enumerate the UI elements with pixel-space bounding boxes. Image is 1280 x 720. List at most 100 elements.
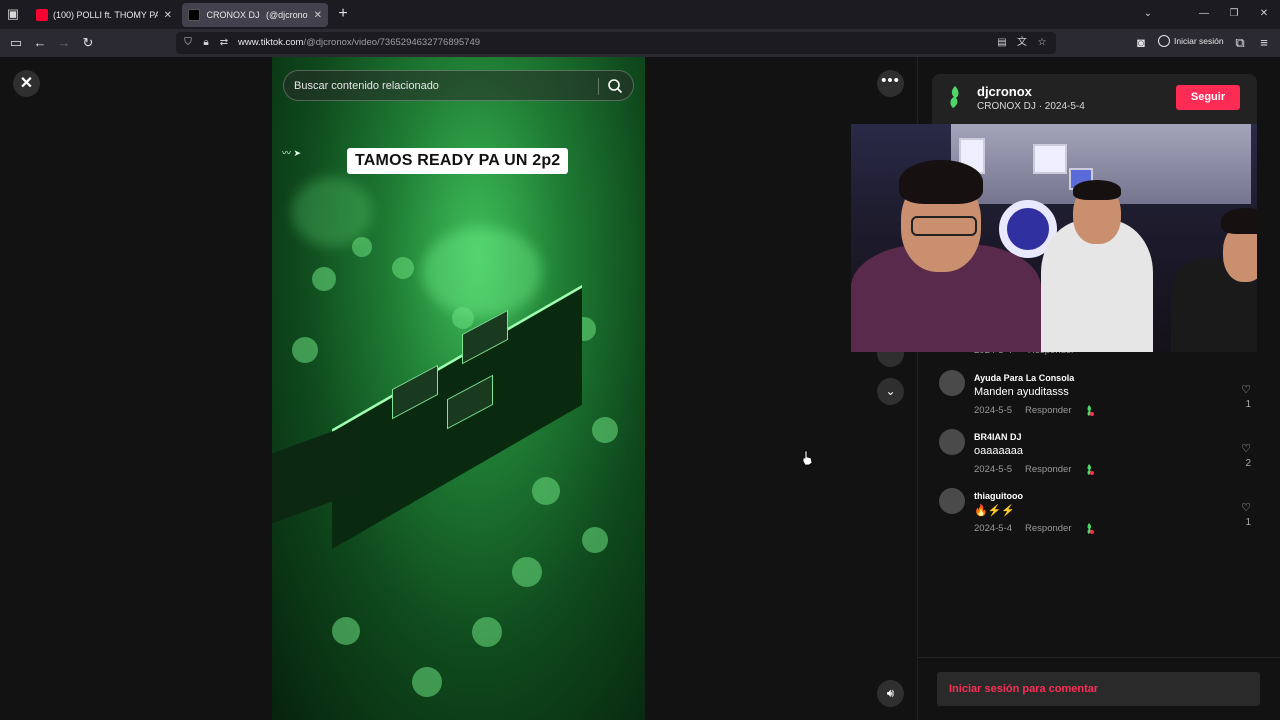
video-caption: TAMOS READY PA UN 2p2	[347, 148, 569, 174]
comment-text: Manden ayuditasss	[974, 386, 1069, 398]
author-avatar[interactable]	[942, 84, 968, 110]
chevron-down-icon: ⌄	[885, 384, 896, 398]
like-heart-icon[interactable]: ♡	[1239, 442, 1253, 455]
comment-text: 🔥⚡⚡	[974, 505, 1016, 517]
screenshot-icon[interactable]: ◙	[1132, 34, 1150, 52]
browser-sign-in-label: Iniciar sesión	[1174, 36, 1224, 46]
light-glow	[422, 227, 542, 317]
volume-icon: 🔊︎	[886, 686, 895, 700]
comment-meta: 2024-5-5 Responder	[974, 464, 1094, 475]
crowd-figure	[452, 307, 474, 329]
window-close-icon[interactable]: ✕	[1254, 6, 1274, 22]
extensions-icon[interactable]: ⧉	[1231, 34, 1249, 52]
back-icon[interactable]: ←	[31, 34, 49, 52]
tab-close-icon[interactable]: ✕	[314, 10, 322, 21]
volume-button[interactable]: 🔊︎	[877, 680, 904, 707]
tiktok-favicon-icon	[188, 9, 200, 21]
comment-item: thiaguitooo 🔥⚡⚡ 2024-5-4 Responder ♡ 1	[939, 488, 1261, 542]
reply-link[interactable]: Responder	[1025, 464, 1071, 475]
youtube-favicon-icon	[36, 9, 48, 21]
commenter-name[interactable]: Ayuda Para La Consola	[974, 373, 1074, 383]
reply-link[interactable]: Responder	[1025, 405, 1071, 416]
like-heart-icon[interactable]: ♡	[1239, 383, 1253, 396]
crowd-figure	[412, 667, 442, 697]
login-to-comment-button[interactable]: Iniciar sesión para comentar	[937, 672, 1260, 706]
commenter-avatar[interactable]	[939, 429, 965, 455]
mouse-cursor-icon	[802, 450, 813, 466]
crowd-figure	[392, 257, 414, 279]
crowd-figure	[472, 617, 502, 647]
like-heart-icon[interactable]: ♡	[1239, 501, 1253, 514]
url-bar[interactable]: ⛉ 🔒︎ ⇄ www.tiktok.com/@djcronox/video/73…	[176, 32, 1056, 54]
crowd-figure	[292, 337, 318, 363]
like-count: 1	[1245, 517, 1251, 528]
tab-title: (100) POLLI ft. THOMY PALACE	[53, 10, 158, 20]
tab-title: CRONOX DJ (@djcronox)	[205, 10, 308, 20]
tab-overview-icon[interactable]: ▣	[4, 5, 22, 23]
url-domain: www.tiktok.com	[238, 37, 304, 48]
tab-close-icon[interactable]: ✕	[164, 10, 172, 21]
search-icon[interactable]	[607, 78, 623, 94]
browser-tab-bar: ▣ (100) POLLI ft. THOMY PALACE ✕ CRONOX …	[0, 0, 1280, 29]
more-options-button[interactable]: •••	[877, 70, 904, 97]
crowd-figure	[352, 237, 372, 257]
restore-icon[interactable]: ❐	[1224, 6, 1244, 22]
tab-tiktok[interactable]: CRONOX DJ (@djcronox) ✕	[182, 3, 328, 27]
sidebar-toggle-icon[interactable]: ▭	[7, 34, 25, 52]
commenter-avatar[interactable]	[939, 370, 965, 396]
search-divider	[598, 78, 599, 95]
crowd-figure	[532, 477, 560, 505]
comment-meta: 2024-5-4 Responder	[974, 523, 1094, 534]
commenter-name[interactable]: thiaguitooo	[974, 491, 1023, 501]
video-player[interactable]: Buscar contenido relacionado 〰 ➤ TAMOS R…	[272, 57, 645, 720]
comment-meta: 2024-5-5 Responder	[974, 405, 1094, 416]
person-1-glasses	[911, 216, 977, 236]
crowd-figure	[592, 417, 618, 443]
like-count: 2	[1245, 458, 1251, 469]
crowd-figure	[312, 267, 336, 291]
related-search-input[interactable]: Buscar contenido relacionado	[283, 70, 634, 101]
creator-liked-icon	[1087, 523, 1094, 534]
commenter-name[interactable]: BR4IAN DJ	[974, 432, 1022, 442]
translate-icon[interactable]: 文	[1014, 35, 1030, 51]
bookmark-star-icon[interactable]: ☆	[1034, 35, 1050, 51]
comment-date: 2024-5-5	[974, 405, 1013, 416]
tiktok-video-page: ✕ Buscar contenido relacionado 〰 ➤ TAMOS…	[0, 57, 1280, 720]
reader-view-icon[interactable]: ▤	[994, 35, 1010, 51]
author-username[interactable]: djcronox	[977, 84, 1032, 99]
new-tab-button[interactable]: +	[334, 4, 352, 24]
reply-link[interactable]: Responder	[1025, 523, 1071, 534]
creator-liked-icon	[1087, 464, 1094, 475]
account-icon	[1158, 35, 1170, 47]
video-sticker-icon: 〰 ➤	[282, 148, 302, 158]
person-1-hair	[899, 160, 983, 204]
reload-icon[interactable]: ↻	[79, 34, 97, 52]
shield-icon[interactable]: ⛉	[180, 35, 196, 51]
creator-liked-icon	[1087, 405, 1094, 416]
close-video-button[interactable]: ✕	[13, 70, 40, 97]
author-subtitle: CRONOX DJ · 2024-5-4	[977, 101, 1085, 112]
commenter-avatar[interactable]	[939, 488, 965, 514]
tab-list-chevron-icon[interactable]: ⌄	[1138, 6, 1158, 22]
person-2-hair	[1073, 180, 1121, 200]
author-display-name: CRONOX DJ	[977, 101, 1036, 112]
tab-youtube[interactable]: (100) POLLI ft. THOMY PALACE ✕	[30, 3, 178, 27]
webcam-overlay	[851, 124, 1257, 352]
related-search-placeholder: Buscar contenido relacionado	[294, 80, 439, 92]
crowd-figure	[332, 617, 360, 645]
crowd-figure	[512, 557, 542, 587]
permissions-icon[interactable]: ⇄	[216, 35, 232, 51]
follow-button[interactable]: Seguir	[1176, 85, 1240, 110]
wall-poster	[1033, 144, 1067, 174]
comment-text: oaaaaaaa	[974, 445, 1023, 457]
browser-sign-in[interactable]: Iniciar sesión	[1158, 35, 1224, 47]
lock-icon[interactable]: 🔒︎	[198, 35, 214, 51]
menu-icon[interactable]: ≡	[1255, 34, 1273, 52]
forward-icon[interactable]: →	[55, 34, 73, 52]
minimize-icon[interactable]: —	[1194, 6, 1214, 22]
like-count: 1	[1245, 399, 1251, 410]
comment-item: BR4IAN DJ oaaaaaaa 2024-5-5 Responder ♡ …	[939, 429, 1261, 483]
url-text[interactable]: www.tiktok.com/@djcronox/video/736529463…	[238, 37, 480, 48]
next-video-button[interactable]: ⌄	[877, 378, 904, 405]
url-path: /@djcronox/video/7365294632776895749	[303, 37, 481, 48]
